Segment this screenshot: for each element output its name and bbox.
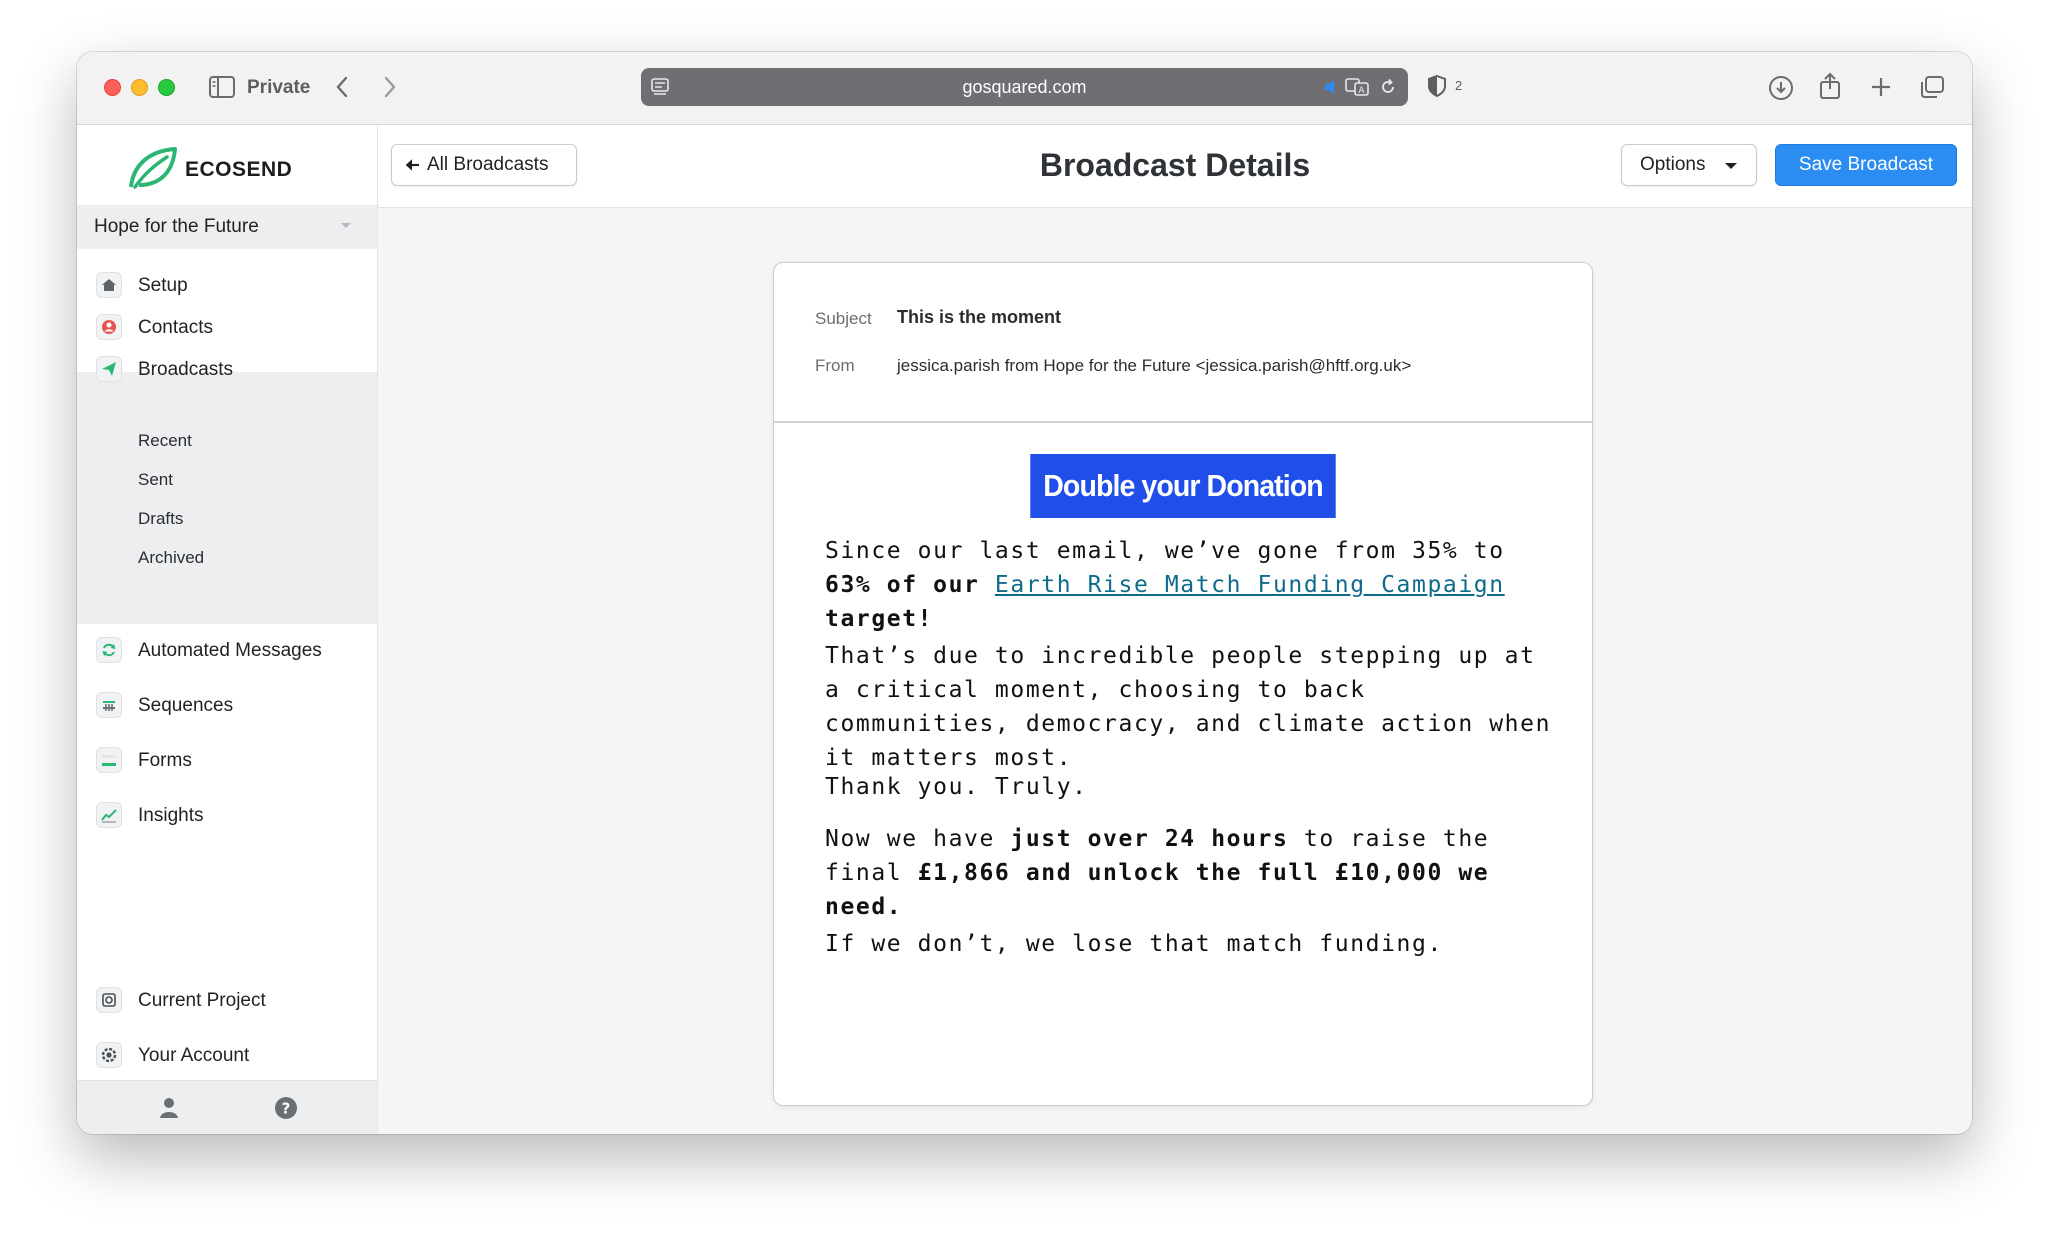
project-icon bbox=[96, 987, 122, 1013]
help-icon[interactable]: ? bbox=[274, 1096, 298, 1120]
sidebar-item-label: Forms bbox=[138, 750, 192, 771]
translate-icon[interactable]: A bbox=[1345, 77, 1369, 97]
subnav-item-recent[interactable]: Recent bbox=[138, 431, 192, 451]
paragraph-1-bold-a: 63% of our bbox=[825, 572, 995, 598]
sidebar-item-contacts[interactable]: Contacts bbox=[77, 303, 377, 351]
page-header: All Broadcasts Broadcast Details Options… bbox=[378, 125, 1972, 208]
close-window-button[interactable] bbox=[104, 79, 121, 96]
paragraph-1-text-a: Since our last email, we’ve gone from 35… bbox=[825, 538, 1505, 564]
from-value: jessica.parish from Hope for the Future … bbox=[897, 356, 1412, 375]
audio-icon[interactable] bbox=[1323, 79, 1341, 95]
shield-count: 2 bbox=[1455, 78, 1463, 93]
home-icon bbox=[96, 272, 122, 298]
sidebar-item-broadcasts[interactable]: Broadcasts bbox=[77, 345, 377, 393]
sidebar-item-label: Your Account bbox=[138, 1045, 250, 1066]
maximize-window-button[interactable] bbox=[158, 79, 175, 96]
sidebar-footer: ? bbox=[77, 1080, 377, 1134]
sidebar-item-insights[interactable]: Insights bbox=[77, 791, 377, 839]
url-text: gosquared.com bbox=[962, 77, 1087, 97]
subnav-item-sent[interactable]: Sent bbox=[138, 470, 173, 490]
sidebar-item-label: Setup bbox=[138, 275, 188, 296]
app-sidebar: ECOSEND Hope for the Future Setup Contac… bbox=[77, 125, 378, 1134]
subject-value: This is the moment bbox=[897, 307, 1062, 327]
address-bar[interactable]: gosquared.com A bbox=[641, 68, 1408, 106]
refresh-icon bbox=[96, 637, 122, 663]
double-donation-button[interactable]: Double your Donation bbox=[1030, 454, 1336, 518]
options-label: Options bbox=[1640, 154, 1706, 175]
email-preview: Subject This is the moment From jessica.… bbox=[773, 262, 1593, 1106]
broadcasts-group: Broadcasts Recent Sent Drafts Archived bbox=[77, 356, 377, 624]
paragraph-2: That’s due to incredible people stepping… bbox=[825, 643, 1552, 771]
sidebar-item-label: Automated Messages bbox=[138, 640, 322, 661]
match-funding-campaign-link[interactable]: Earth Rise Match Funding Campaign bbox=[995, 572, 1505, 598]
main-content: Subject This is the moment From jessica.… bbox=[378, 208, 1972, 1134]
browser-window: Private gosquared.com A 2 ECOSEND Hope f… bbox=[77, 52, 1972, 1134]
paper-plane-icon bbox=[96, 356, 122, 382]
svg-text:?: ? bbox=[282, 1100, 291, 1118]
paragraph-4: Now we have just over 24 hours to raise … bbox=[825, 822, 1565, 924]
sidebar-item-setup[interactable]: Setup bbox=[77, 261, 377, 309]
forward-arrow-icon[interactable] bbox=[382, 75, 398, 99]
email-body: Double your Donation Since our last emai… bbox=[774, 423, 1592, 1105]
paragraph-4-text-a: Now we have bbox=[825, 826, 1011, 852]
paragraph-4-bold-a: just over 24 hours bbox=[1010, 826, 1289, 852]
downloads-icon[interactable] bbox=[1768, 75, 1794, 101]
private-label: Private bbox=[247, 77, 311, 98]
caret-down-icon bbox=[1725, 163, 1737, 169]
project-name: Hope for the Future bbox=[94, 216, 259, 237]
shield-icon[interactable] bbox=[1427, 74, 1447, 98]
options-dropdown-button[interactable]: Options bbox=[1621, 144, 1757, 186]
sidebar-item-label: Current Project bbox=[138, 990, 266, 1011]
sidebar-item-label: Insights bbox=[138, 805, 204, 826]
back-arrow-icon[interactable] bbox=[334, 75, 350, 99]
sequences-icon bbox=[96, 692, 122, 718]
save-broadcast-button[interactable]: Save Broadcast bbox=[1775, 144, 1957, 186]
forms-icon bbox=[96, 747, 122, 773]
subnav-item-drafts[interactable]: Drafts bbox=[138, 509, 183, 529]
sidebar-item-sequences[interactable]: Sequences bbox=[77, 681, 377, 729]
sidebar-item-label: Contacts bbox=[138, 317, 213, 338]
paragraph-1-bold-b: target! bbox=[825, 606, 934, 632]
sidebar-item-current-project[interactable]: Current Project bbox=[77, 976, 377, 1024]
subject-label: Subject bbox=[815, 309, 872, 328]
logo-text: ECOSEND bbox=[185, 158, 293, 181]
new-tab-icon[interactable] bbox=[1870, 76, 1892, 98]
project-selector[interactable]: Hope for the Future bbox=[77, 205, 377, 249]
sidebar-toggle-icon[interactable] bbox=[209, 76, 235, 98]
tab-overview-icon[interactable] bbox=[1919, 75, 1945, 99]
contacts-icon bbox=[96, 314, 122, 340]
sidebar-item-your-account[interactable]: Your Account bbox=[77, 1031, 377, 1079]
sidebar-item-automated-messages[interactable]: Automated Messages bbox=[77, 626, 377, 674]
paragraph-3: Thank you. Truly. bbox=[825, 774, 1088, 800]
minimize-window-button[interactable] bbox=[131, 79, 148, 96]
account-gear-icon bbox=[96, 1042, 122, 1068]
share-icon[interactable] bbox=[1819, 72, 1841, 100]
paragraph-4-bold-b: £1,866 and unlock the full £10,000 we ne… bbox=[825, 860, 1490, 920]
user-profile-icon[interactable] bbox=[157, 1096, 181, 1120]
subnav-item-archived[interactable]: Archived bbox=[138, 548, 204, 568]
paragraph-1: Since our last email, we’ve gone from 35… bbox=[825, 534, 1565, 636]
sidebar-item-label: Broadcasts bbox=[138, 359, 234, 380]
save-broadcast-label: Save Broadcast bbox=[1798, 154, 1934, 175]
reload-icon[interactable] bbox=[1379, 78, 1397, 96]
email-meta: Subject This is the moment From jessica.… bbox=[774, 263, 1592, 423]
paragraph-5: If we don’t, we lose that match funding. bbox=[825, 931, 1443, 957]
chevron-down-icon bbox=[341, 223, 351, 228]
browser-toolbar: Private gosquared.com A 2 bbox=[77, 52, 1972, 125]
from-label: From bbox=[815, 356, 855, 375]
chart-icon bbox=[96, 802, 122, 828]
sidebar-item-forms[interactable]: Forms bbox=[77, 736, 377, 784]
svg-text:A: A bbox=[1358, 86, 1365, 96]
sidebar-item-label: Sequences bbox=[138, 695, 234, 716]
